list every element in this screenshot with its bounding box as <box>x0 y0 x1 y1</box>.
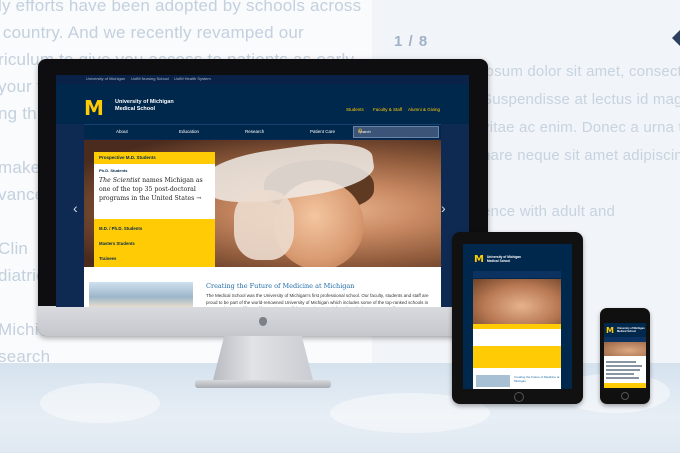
phone-text-line <box>606 361 636 363</box>
logo-line-1: University of Michigan <box>115 99 174 105</box>
nav-item-education[interactable]: Education <box>179 129 199 134</box>
monitor-stand <box>212 336 314 384</box>
phone-text-line <box>606 365 642 367</box>
cloud-shape <box>40 383 160 423</box>
slide-counter: 1 / 8 <box>394 33 429 50</box>
content-body: The Medical School was the University of… <box>206 293 429 307</box>
apple-logo-icon <box>259 317 267 326</box>
utility-link-alumni[interactable]: Alumni & Giving <box>408 107 440 112</box>
carousel-next-arrow-icon[interactable]: › <box>441 200 446 216</box>
tablet-nav <box>473 271 561 278</box>
tablet-block-m-logo: M <box>474 254 484 265</box>
phone-hero-image <box>604 342 646 356</box>
topbar-link[interactable]: UofM Nursing School <box>131 76 169 81</box>
desktop-screen: University of Michigan UofM Nursing Scho… <box>56 75 469 307</box>
phone-logo-line-2: Medical School <box>617 330 636 334</box>
content-title[interactable]: Creating the Future of Medicine at Michi… <box>206 282 355 290</box>
panel-feature[interactable]: Ph.D. Students The Scientist names Michi… <box>94 164 215 219</box>
building-thumbnail[interactable] <box>89 282 193 307</box>
content-section: Creating the Future of Medicine at Michi… <box>84 267 441 307</box>
tablet-panel-feature <box>473 329 561 346</box>
block-m-logo[interactable]: M <box>84 96 104 120</box>
tablet-screen: M University of Michigan Medical School … <box>463 244 572 389</box>
tablet-content-section: Creating the Future of Medicine at Michi… <box>473 368 561 389</box>
tablet-building-thumbnail <box>476 375 510 387</box>
nav-item-patient-care[interactable]: Patient Care <box>310 129 335 134</box>
search-icon[interactable]: ⚲ <box>358 128 435 135</box>
tablet-hero-image <box>473 279 561 324</box>
phone-home-button <box>621 392 629 400</box>
hero-hand <box>234 190 294 260</box>
panel-heading-label: Prospective M.D. Students <box>99 155 156 160</box>
panel-feature-italic: The Scientist <box>99 177 141 184</box>
phone-block-m-logo: M <box>606 326 614 335</box>
logo-line-2: Medical School <box>115 106 156 112</box>
phone-screen: M University of Michigan Medical School <box>604 323 646 388</box>
phone-text-line <box>606 369 640 371</box>
phone-text-line <box>606 377 639 379</box>
top-utility-bar: University of Michigan UofM Nursing Scho… <box>56 75 469 84</box>
utility-link-students[interactable]: Students <box>346 107 364 112</box>
phone-logo-text: University of Michigan Medical School <box>617 327 645 333</box>
utility-link-faculty[interactable]: Faculty & Staff <box>373 107 402 112</box>
nav-item-about[interactable]: About <box>116 129 128 134</box>
monitor-foot <box>195 380 331 388</box>
next-slide-arrow-icon[interactable] <box>672 30 680 46</box>
site-header: M University of Michigan Medical School … <box>56 84 469 124</box>
topbar-link[interactable]: University of Michigan <box>86 76 125 81</box>
hero-panel: Prospective M.D. Students Ph.D. Students… <box>94 152 215 267</box>
carousel-prev-arrow-icon[interactable]: ‹ <box>73 200 78 216</box>
topbar-link[interactable]: UofM Health System <box>174 76 211 81</box>
nav-item-research[interactable]: Research <box>245 129 264 134</box>
panel-item-masters[interactable]: Masters Students <box>99 241 135 246</box>
phone-text-line <box>606 373 634 375</box>
panel-heading[interactable]: Prospective M.D. Students <box>94 152 215 163</box>
tablet-home-button <box>514 392 524 402</box>
search-input[interactable]: Search ⚲ <box>353 126 439 138</box>
phone-maize-bar <box>604 383 646 388</box>
tablet-logo-line-2: Medical School <box>487 259 511 263</box>
tablet-logo-text: University of Michigan Medical School <box>487 255 521 263</box>
site-logo-text[interactable]: University of Michigan Medical School <box>115 99 174 113</box>
panel-item-trainees[interactable]: Trainees <box>99 256 116 261</box>
tablet-content-title: Creating the Future of Medicine at Michi… <box>514 375 560 383</box>
panel-feature-text: The Scientist names Michigan as one of t… <box>99 176 211 203</box>
panel-feature-label: Ph.D. Students <box>99 168 128 173</box>
panel-item-mdphd[interactable]: M.D. / Ph.D. Students <box>99 226 142 231</box>
